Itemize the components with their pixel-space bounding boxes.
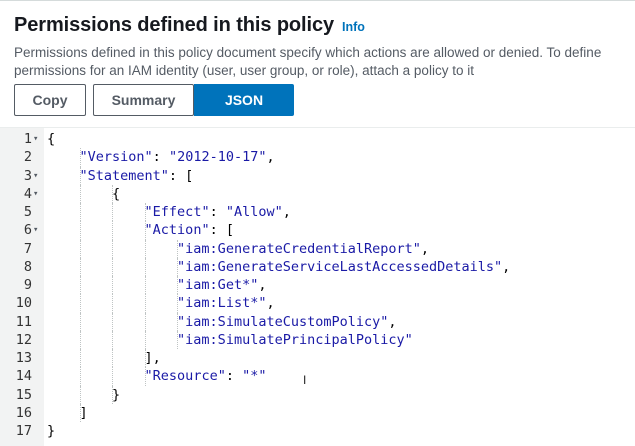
line-number: 1	[23, 131, 32, 147]
line-number: 6	[23, 222, 32, 239]
line-number: 16	[15, 404, 32, 421]
caret-down-icon[interactable]: ▾	[33, 167, 42, 185]
line-number: 10	[15, 295, 32, 312]
line-number: 14	[15, 368, 32, 385]
code-text: "iam:GenerateCredentialReport",	[177, 240, 430, 257]
code-text: "Statement": [	[79, 167, 194, 184]
code-line: 15 }	[0, 385, 635, 404]
line-number: 5	[23, 204, 32, 220]
code-line: 13 ],	[0, 349, 635, 368]
line-number: 13	[15, 350, 32, 366]
view-toggle-group: Copy Summary JSON	[14, 84, 294, 116]
code-text: "iam:GenerateServiceLastAccessedDetails"…	[177, 258, 511, 275]
text-cursor-icon: I	[303, 373, 307, 387]
code-line: 8 "iam:GenerateServiceLastAccessedDetail…	[0, 257, 635, 276]
code-text: "Action": [	[144, 222, 234, 239]
code-text: }	[47, 386, 121, 403]
code-line: 10 "iam:List*",	[0, 294, 635, 313]
summary-tab-button[interactable]: Summary	[93, 84, 194, 116]
code-line: 12 "iam:SimulatePrincipalPolicy"	[0, 330, 635, 349]
line-number: 2	[23, 149, 32, 166]
code-line: 7 "iam:GenerateCredentialReport",	[0, 239, 635, 258]
line-number: 3	[23, 167, 32, 184]
code-line: 3 ▾ "Statement": [	[0, 166, 635, 185]
code-text: "Effect": "Allow",	[144, 204, 291, 220]
code-line: 11 "iam:SimulateCustomPolicy",	[0, 312, 635, 331]
code-text: ],	[47, 350, 161, 366]
code-lines: 1 ▾{2 "Version": "2012-10-17", 3 ▾ "Stateme…	[0, 130, 635, 440]
code-text: "iam:Get*",	[177, 277, 267, 293]
code-line: 17}	[0, 422, 635, 440]
code-line: 6 ▾ "Action": [	[0, 221, 635, 240]
caret-down-icon[interactable]: ▾	[33, 130, 42, 148]
line-number: 15	[15, 386, 32, 403]
code-text: {	[47, 131, 56, 147]
line-number: 9	[23, 277, 32, 293]
code-line: 9 "iam:Get*",	[0, 276, 635, 295]
code-text: ]	[47, 404, 88, 421]
line-number: 4	[23, 185, 32, 202]
line-number: 17	[15, 423, 32, 439]
code-text: "iam:SimulatePrincipalPolicy"	[177, 331, 413, 348]
description-text: Permissions defined in this policy docum…	[14, 45, 602, 78]
code-text: "Version": "2012-10-17",	[79, 149, 275, 166]
line-number: 12	[15, 331, 32, 348]
info-link[interactable]: Info	[342, 20, 365, 34]
code-text: "iam:SimulateCustomPolicy",	[177, 313, 397, 330]
code-line: 14 "Resource": "*"	[0, 367, 635, 386]
code-line: 2 "Version": "2012-10-17",	[0, 148, 635, 167]
code-text: "Resource": "*"	[144, 368, 267, 385]
code-line: 16 ]	[0, 403, 635, 422]
page-title: Permissions defined in this policy	[14, 14, 335, 36]
line-number: 11	[15, 313, 32, 330]
line-number: 8	[23, 258, 32, 275]
json-code-editor[interactable]: 1 ▾{2 "Version": "2012-10-17", 3 ▾ "Stateme…	[0, 127, 635, 446]
code-text: {	[47, 185, 121, 202]
json-tab-button[interactable]: JSON	[194, 84, 294, 116]
code-text: "iam:List*",	[177, 295, 275, 312]
code-line: 5 "Effect": "Allow",	[0, 203, 635, 222]
code-line: 4 ▾ {	[0, 184, 635, 203]
copy-button[interactable]: Copy	[14, 84, 86, 116]
caret-down-icon[interactable]: ▾	[33, 221, 42, 239]
top-divider	[0, 0, 635, 1]
code-text: }	[47, 423, 56, 439]
policy-permissions-header: Permissions defined in this policy Info …	[14, 14, 635, 80]
title-row: Permissions defined in this policy Info	[14, 14, 635, 37]
line-number: 7	[23, 240, 32, 257]
code-line: 1 ▾ {	[0, 130, 635, 148]
caret-down-icon[interactable]: ▾	[33, 185, 42, 203]
